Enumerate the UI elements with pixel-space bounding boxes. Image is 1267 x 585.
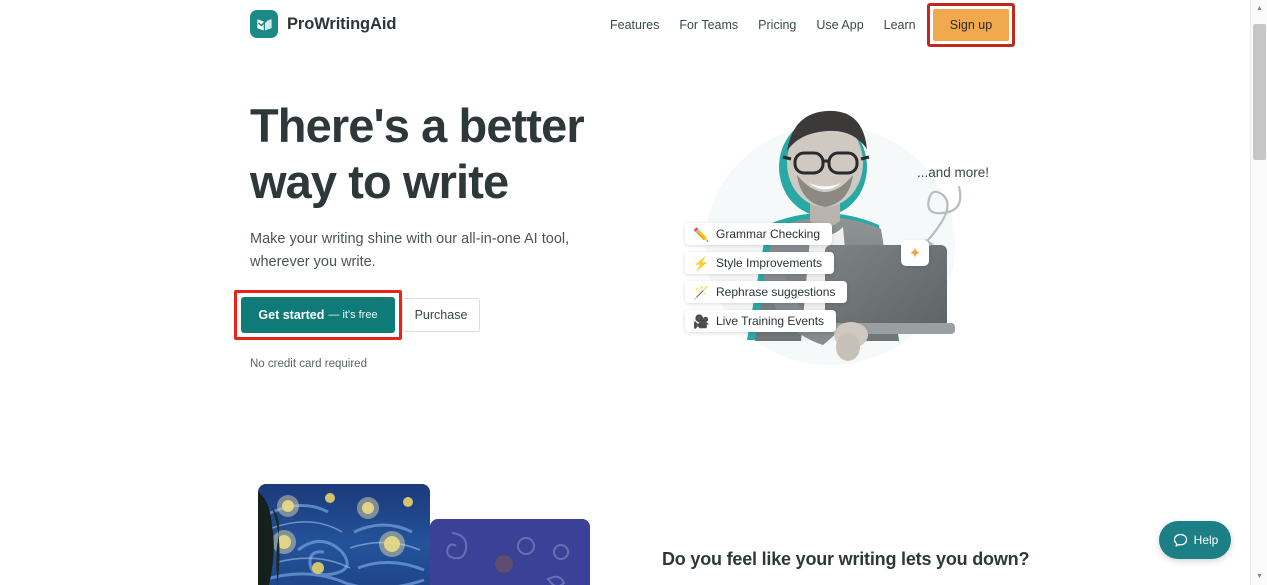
- main-navigation: Features For Teams Pricing Use App Learn…: [600, 0, 980, 50]
- hero-title-line-2: way to write: [250, 155, 509, 208]
- help-widget-button[interactable]: Help: [1159, 521, 1231, 559]
- feature-label: Style Improvements: [716, 256, 823, 270]
- sparkle-icon: ✦: [901, 240, 929, 266]
- starry-night-painting: [258, 484, 430, 585]
- hero-subtitle: Make your writing shine with our all-in-…: [250, 231, 570, 270]
- hero-illustration: ...and more! ✦ ✏️ Grammar Checking ⚡ Sty…: [655, 95, 1005, 385]
- nav-features[interactable]: Features: [600, 12, 669, 38]
- video-camera-icon: 🎥: [693, 313, 710, 329]
- pencil-icon: ✏️: [693, 226, 710, 242]
- magic-wand-icon: 🪄: [693, 284, 710, 300]
- purchase-button[interactable]: Purchase: [402, 298, 480, 332]
- signup-highlight-box: Sign up: [927, 3, 1015, 47]
- brand-logo-link[interactable]: ProWritingAid: [250, 10, 396, 38]
- help-label: Help: [1193, 533, 1219, 547]
- feature-callout-list: ✏️ Grammar Checking ⚡ Style Improvements…: [685, 223, 848, 332]
- page-root: ProWritingAid Features For Teams Pricing…: [0, 0, 1267, 585]
- cta-highlight-box: Get started — it's free: [234, 290, 402, 340]
- and-more-label: ...and more!: [917, 165, 990, 180]
- get-started-label: Get started: [258, 308, 325, 322]
- signup-button[interactable]: Sign up: [933, 9, 1009, 41]
- page-title: There's a better way to write: [250, 98, 670, 210]
- blue-card-graphic: [430, 519, 590, 585]
- nav-for-teams[interactable]: For Teams: [669, 12, 748, 38]
- get-started-button[interactable]: Get started — it's free: [241, 297, 395, 333]
- nav-use-app[interactable]: Use App: [806, 12, 873, 38]
- scroll-up-arrow-icon[interactable]: ▲: [1251, 0, 1267, 17]
- scroll-down-arrow-icon[interactable]: ▼: [1251, 568, 1267, 585]
- feature-label: Grammar Checking: [716, 227, 821, 241]
- feature-card-style-improvements[interactable]: ⚡ Style Improvements: [685, 252, 835, 274]
- brand-name: ProWritingAid: [287, 14, 397, 33]
- feature-card-rephrase-suggestions[interactable]: 🪄 Rephrase suggestions: [685, 281, 848, 303]
- section-heading: Do you feel like your writing lets you d…: [662, 549, 1030, 569]
- feature-label: Rephrase suggestions: [716, 285, 836, 299]
- lightning-icon: ⚡: [693, 255, 710, 271]
- chat-bubble-icon: [1173, 533, 1187, 547]
- feature-card-live-training-events[interactable]: 🎥 Live Training Events: [685, 310, 837, 332]
- feature-label: Live Training Events: [716, 314, 825, 328]
- hero-title-line-1: There's a better: [250, 99, 585, 152]
- feature-card-grammar-checking[interactable]: ✏️ Grammar Checking: [685, 223, 833, 245]
- site-header: ProWritingAid Features For Teams Pricing…: [0, 0, 1250, 50]
- scrollbar-thumb[interactable]: [1253, 24, 1266, 160]
- book-check-icon: [250, 10, 278, 38]
- no-credit-card-note: No credit card required: [250, 358, 367, 370]
- nav-learn[interactable]: Learn: [874, 12, 926, 38]
- nav-pricing[interactable]: Pricing: [748, 12, 806, 38]
- vertical-scrollbar[interactable]: ▲ ▼: [1250, 0, 1267, 585]
- get-started-free-label: — it's free: [328, 309, 378, 321]
